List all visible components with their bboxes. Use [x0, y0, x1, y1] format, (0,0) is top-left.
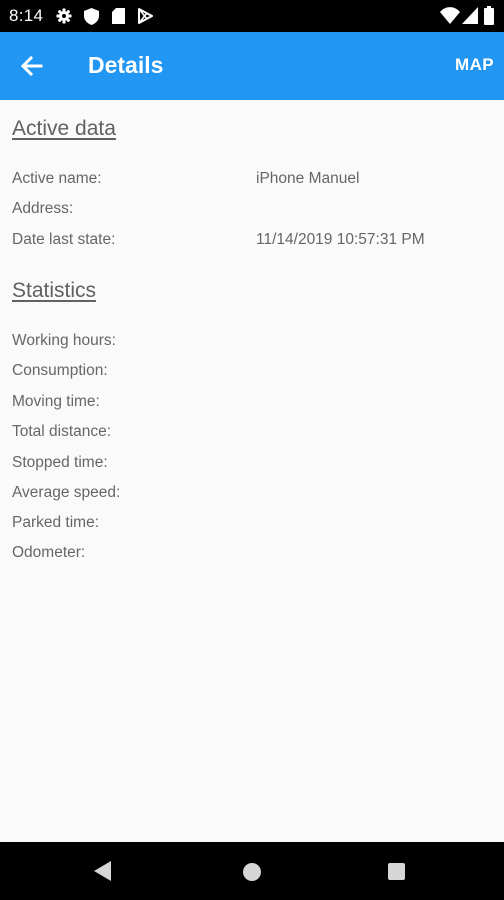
map-button[interactable]: MAP	[455, 55, 494, 75]
odometer-label: Odometer:	[12, 544, 86, 561]
parked-time-label: Parked time:	[12, 514, 100, 531]
date-last-state-value: 11/14/2019 10:57:31 PM	[256, 231, 425, 248]
section-title-statistics: Statistics	[12, 279, 97, 302]
total-distance-label: Total distance:	[12, 423, 112, 440]
shield-icon	[84, 8, 99, 25]
address-label: Address:	[12, 200, 74, 217]
arrow-left-icon	[20, 55, 43, 77]
app-bar: Details MAP	[0, 32, 504, 100]
stopped-time-label: Stopped time:	[12, 454, 108, 471]
signal-icon	[462, 7, 478, 24]
active-name-label: Active name:	[12, 170, 102, 187]
moving-time-label: Moving time:	[12, 393, 100, 410]
home-circle-icon[interactable]	[243, 863, 261, 881]
status-bar: 8:14	[0, 0, 504, 32]
play-store-icon	[138, 8, 153, 24]
average-speed-label: Average speed:	[12, 484, 121, 501]
working-hours-label: Working hours:	[12, 332, 116, 349]
status-time: 8:14	[9, 6, 44, 25]
consumption-label: Consumption:	[12, 362, 108, 379]
battery-icon	[484, 6, 494, 25]
back-button[interactable]	[14, 48, 50, 84]
recents-square-icon[interactable]	[388, 863, 405, 880]
active-name-value: iPhone Manuel	[256, 170, 360, 187]
date-last-state-label: Date last state:	[12, 231, 116, 248]
wifi-icon	[440, 7, 460, 24]
page-title: Details	[88, 52, 164, 78]
gear-icon	[56, 8, 72, 24]
sd-card-icon	[112, 8, 125, 24]
navigation-bar	[0, 842, 504, 900]
back-triangle-icon[interactable]	[94, 861, 111, 881]
section-title-active-data: Active data	[12, 117, 116, 140]
